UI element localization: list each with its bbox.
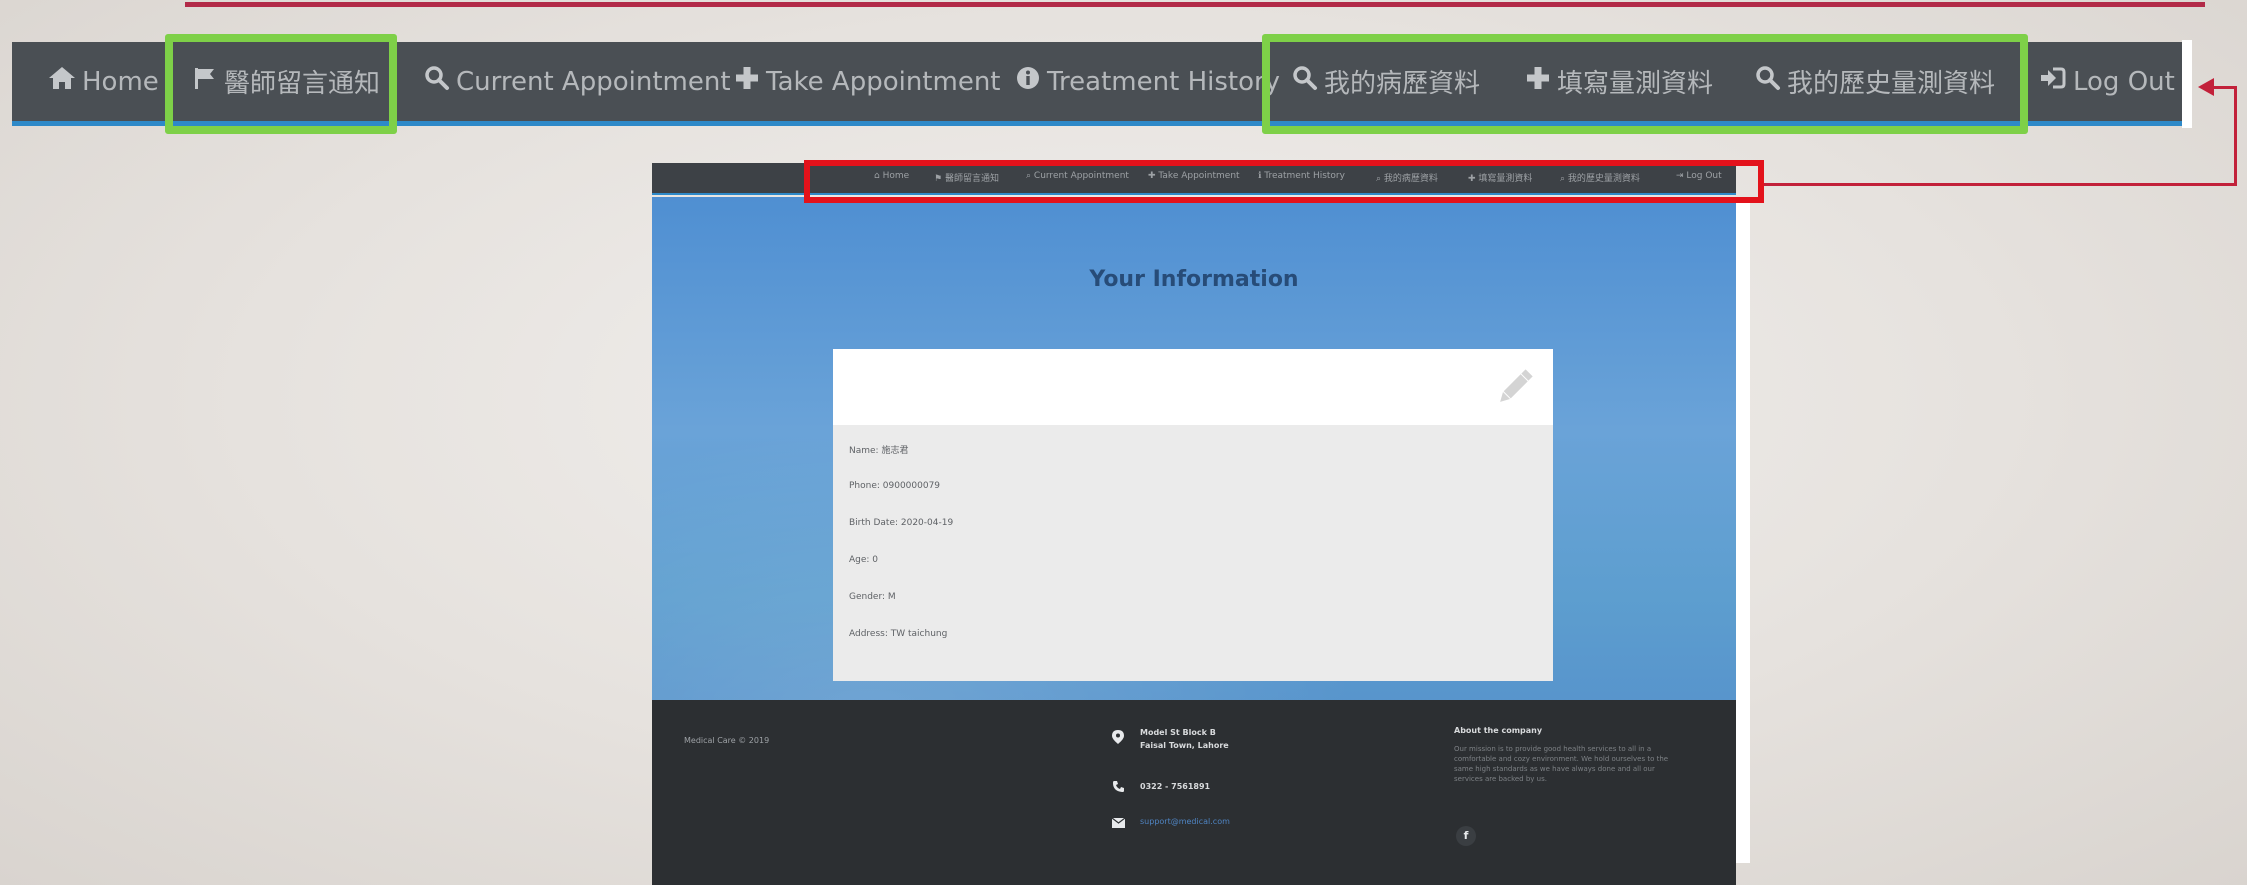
footer-phone: 0322 - 7561891 <box>1140 782 1211 791</box>
search-icon <box>424 65 450 98</box>
footer-address-line2: Faisal Town, Lahore <box>1140 741 1229 750</box>
top-accent-rule <box>185 2 2205 7</box>
footer-about-title: About the company <box>1454 726 1543 735</box>
info-card-body: Name: 施志君 Phone: 0900000079 Birth Date: … <box>833 425 1553 681</box>
page-screenshot: ⌂ Home ⚑ 醫師留言通知 ⌕ Current Appointment ✚ … <box>652 163 1750 885</box>
nav-current-appointment-label: Current Appointment <box>456 66 731 97</box>
nav-treatment-history-label: Treatment History <box>1047 66 1281 97</box>
footer-email-link[interactable]: support@medical.com <box>1140 817 1230 826</box>
nav-logout-label: Log Out <box>2073 66 2175 97</box>
info-age: Age: 0 <box>849 555 879 565</box>
navbar-edge <box>2182 40 2192 128</box>
info-phone: Phone: 0900000079 <box>849 481 941 491</box>
arrow-vertical <box>2234 86 2237 186</box>
nav-home[interactable]: Home <box>48 42 159 121</box>
nav-home-label: Home <box>82 66 159 97</box>
info-gender: Gender: M <box>849 592 896 602</box>
nav-current-appointment[interactable]: Current Appointment <box>424 42 731 121</box>
home-icon <box>48 65 76 98</box>
footer-brand: Medical Care © 2019 <box>684 736 770 745</box>
phone-icon <box>1112 780 1125 796</box>
map-marker-icon <box>1112 730 1124 747</box>
highlight-doctor-message <box>165 34 397 134</box>
arrow-head <box>2198 78 2214 96</box>
info-card-header <box>833 349 1553 425</box>
footer: Medical Care © 2019 Model St Block B Fai… <box>652 700 1736 885</box>
info-icon <box>1015 65 1041 98</box>
arrow-bottom <box>1761 183 2237 186</box>
nav-take-appointment-label: Take Appointment <box>766 66 1001 97</box>
info-name: Name: 施志君 <box>849 446 909 456</box>
arrow-top <box>2214 86 2237 89</box>
nav-logout[interactable]: Log Out <box>2039 42 2175 121</box>
info-address: Address: TW taichung <box>849 629 948 639</box>
envelope-icon <box>1111 817 1126 831</box>
plus-icon <box>734 65 760 98</box>
footer-address-line1: Model St Block B <box>1140 728 1216 737</box>
info-birth-date: Birth Date: 2020-04-19 <box>849 518 954 528</box>
nav-treatment-history[interactable]: Treatment History <box>1015 42 1280 121</box>
page-title: Your Information <box>1089 267 1299 292</box>
nav-take-appointment[interactable]: Take Appointment <box>734 42 1001 121</box>
facebook-icon[interactable]: f <box>1456 826 1476 846</box>
highlight-measurement-group <box>1262 34 2028 134</box>
highlight-mini-navbar <box>804 160 1764 203</box>
page-edge <box>1736 197 1750 863</box>
footer-about-text: Our mission is to provide good health se… <box>1454 745 1669 783</box>
sign-in-icon <box>2039 65 2067 98</box>
pencil-icon[interactable] <box>1491 363 1539 411</box>
